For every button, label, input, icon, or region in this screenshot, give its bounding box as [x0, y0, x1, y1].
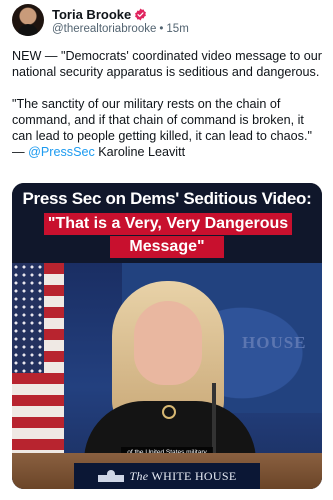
podium-sign: The WHITE HOUSE	[74, 463, 260, 489]
handle[interactable]: @therealtoriabrooke	[52, 23, 156, 35]
display-name[interactable]: Toria Brooke	[52, 7, 131, 22]
video-headline-banner: Press Sec on Dems' Seditious Video: "Tha…	[12, 183, 322, 263]
podium-text-main: WHITE HOUSE	[151, 468, 237, 483]
mention-link[interactable]: @PressSec	[28, 145, 95, 159]
attribution-dash: —	[12, 145, 29, 159]
podium-text-prefix: The	[129, 468, 149, 483]
verified-badge-icon	[135, 8, 147, 20]
video-frame: HOUSE of the United States military The …	[12, 263, 322, 489]
white-house-logo-icon	[97, 470, 124, 482]
handle-row: @therealtoriabrooke • 15m	[52, 23, 189, 35]
flag-canton	[12, 263, 44, 373]
post-header: Toria Brooke @therealtoriabrooke • 15m	[12, 4, 321, 40]
speaker-face	[134, 301, 202, 385]
headline-line-2: "That is a Very, Very Dangerous	[44, 213, 292, 235]
avatar[interactable]	[12, 4, 44, 36]
speaker-necklace	[162, 405, 176, 419]
video-media[interactable]: Press Sec on Dems' Seditious Video: "Tha…	[12, 183, 322, 489]
american-flag	[12, 263, 64, 463]
name-row: Toria Brooke	[52, 6, 147, 22]
separator: •	[159, 23, 164, 35]
podium-text: The WHITE HOUSE	[130, 469, 237, 484]
headline-line-3: Message"	[110, 236, 224, 258]
post-text: NEW — "Democrats' coordinated video mess…	[12, 48, 324, 176]
post-paragraph-2: "The sanctity of our military rests on t…	[12, 96, 324, 160]
post-paragraph-1: NEW — "Democrats' coordinated video mess…	[12, 49, 322, 79]
quote-text: "The sanctity of our military rests on t…	[12, 97, 312, 143]
attribution-name: Karoline Leavitt	[94, 145, 186, 159]
timestamp[interactable]: 15m	[166, 23, 188, 35]
headline-line-1: Press Sec on Dems' Seditious Video:	[22, 189, 312, 208]
